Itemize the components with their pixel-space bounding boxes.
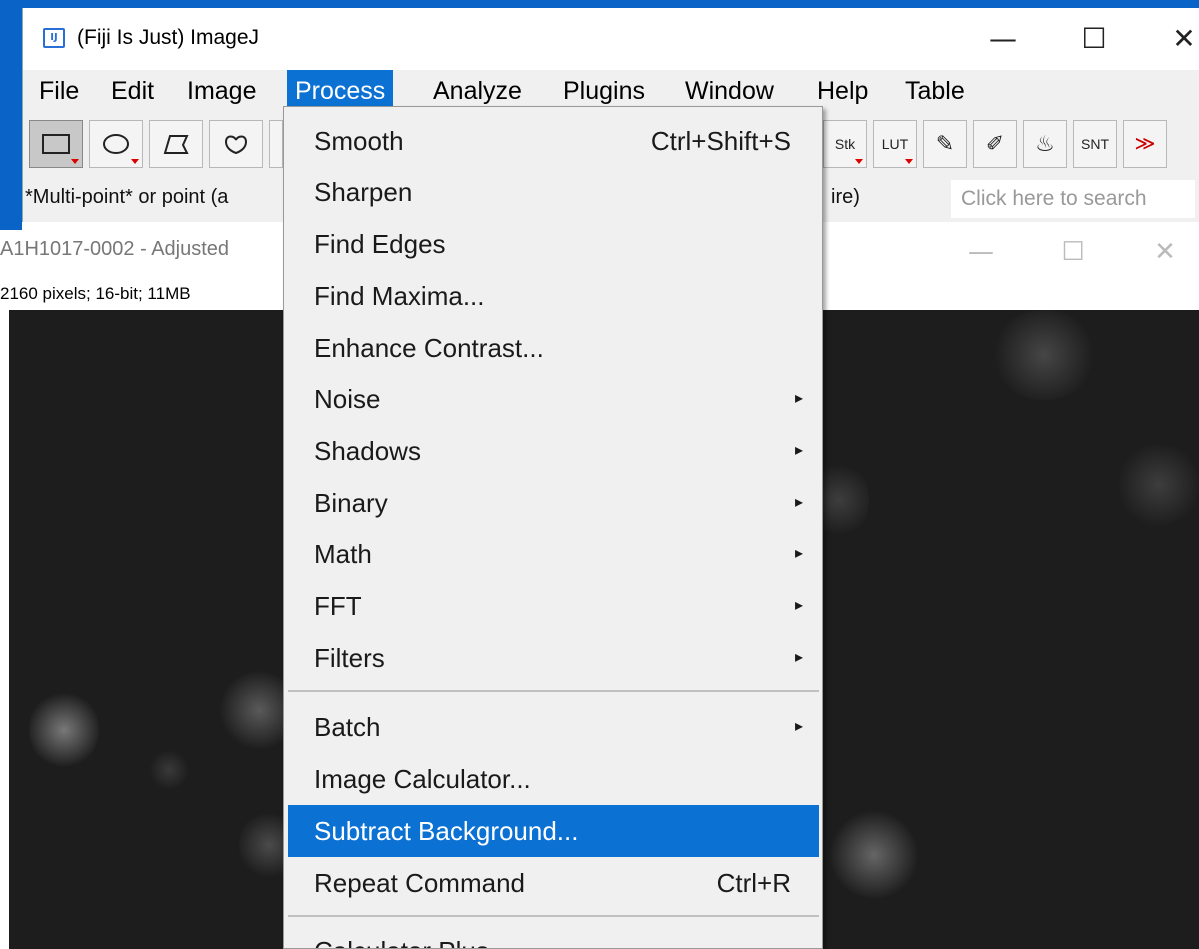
menu-item-label: Noise	[314, 384, 381, 414]
dropdown-indicator	[905, 159, 913, 164]
freehand-icon	[224, 135, 248, 155]
oval-tool[interactable]	[89, 120, 143, 168]
title-bar: IJ (Fiji Is Just) ImageJ — ☐ ✕	[23, 8, 1199, 70]
menu-item-repeat-command[interactable]: Repeat Command Ctrl+R	[288, 857, 819, 909]
menu-item-label: Smooth	[314, 126, 404, 156]
polygon-tool[interactable]	[149, 120, 203, 168]
menu-item-shortcut: Ctrl+Shift+S	[650, 126, 791, 156]
fluorescent-cell	[29, 690, 99, 770]
brush-icon: ✐	[985, 131, 1005, 156]
pencil-tool[interactable]: ✎	[923, 120, 967, 168]
submenu-arrow-icon: ▸	[794, 649, 803, 666]
menu-item-label: Filters	[314, 643, 385, 673]
menu-edit[interactable]: Edit	[103, 70, 162, 112]
fluorescent-cell	[989, 310, 1099, 400]
pencil-icon: ✎	[935, 131, 955, 156]
dropdown-indicator	[71, 159, 79, 164]
submenu-arrow-icon: ▸	[794, 442, 803, 459]
menu-item-enhance-contrast[interactable]: Enhance Contrast...	[288, 322, 819, 374]
minimize-button[interactable]: —	[978, 18, 1028, 60]
menu-item-label: Math	[314, 539, 372, 569]
lut-icon: LUT	[881, 136, 909, 152]
menu-item-label: Sharpen	[314, 177, 413, 207]
menu-item-calculator-plus[interactable]: Calculator Plus	[288, 925, 819, 948]
image-close-button[interactable]: ✕	[1140, 232, 1190, 272]
menu-item-subtract-background[interactable]: Subtract Background...	[288, 805, 819, 857]
menu-item-binary[interactable]: Binary ▸	[288, 477, 819, 529]
oval-icon	[103, 134, 129, 154]
menu-item-sharpen[interactable]: Sharpen	[288, 166, 819, 218]
freehand-tool[interactable]	[209, 120, 263, 168]
stk-icon: Stk	[834, 136, 856, 152]
window-title: (Fiji Is Just) ImageJ	[77, 26, 260, 49]
submenu-arrow-icon: ▸	[794, 494, 803, 511]
polygon-icon	[163, 135, 189, 154]
menu-item-label: Batch	[314, 712, 381, 742]
flood-fill-icon: ♨	[1035, 131, 1055, 156]
image-window-title: A1H1017-0002 - Adjusted	[0, 238, 230, 260]
dropdown-indicator	[855, 159, 863, 164]
submenu-arrow-icon: ▸	[794, 390, 803, 407]
image-maximize-button[interactable]: ☐	[1048, 232, 1098, 272]
dropdown-indicator	[131, 159, 139, 164]
menu-item-image-calculator[interactable]: Image Calculator...	[288, 753, 819, 805]
menu-item-find-edges[interactable]: Find Edges	[288, 218, 819, 270]
menu-item-label: Subtract Background...	[314, 816, 579, 846]
menu-item-label: Calculator Plus	[314, 925, 489, 948]
snt-tool[interactable]: SNT	[1073, 120, 1117, 168]
more-tools-button[interactable]: ≫	[1123, 120, 1167, 168]
process-menu-dropdown: Smooth Ctrl+Shift+S Sharpen Find Edges F…	[283, 106, 823, 949]
menu-item-math[interactable]: Math ▸	[288, 528, 819, 580]
rectangle-icon	[42, 134, 70, 154]
fluorescent-cell	[149, 750, 189, 790]
rectangle-tool[interactable]	[29, 120, 83, 168]
status-text: *Multi-point* or point (a	[25, 186, 229, 208]
menu-item-label: Binary	[314, 488, 388, 518]
menu-item-fft[interactable]: FFT ▸	[288, 580, 819, 632]
snt-icon: SNT	[1081, 136, 1109, 152]
menu-item-label: Find Maxima...	[314, 281, 485, 311]
menu-image[interactable]: Image	[179, 70, 264, 112]
lut-tool[interactable]: LUT	[873, 120, 917, 168]
menu-item-shortcut: Ctrl+R	[716, 868, 791, 898]
menu-separator	[288, 915, 819, 917]
submenu-arrow-icon: ▸	[794, 597, 803, 614]
desktop-background	[0, 0, 1199, 8]
image-minimize-button[interactable]: —	[956, 232, 1006, 272]
submenu-arrow-icon: ▸	[794, 718, 803, 735]
menu-table[interactable]: Table	[897, 70, 973, 112]
menu-file[interactable]: File	[31, 70, 87, 112]
stk-tool[interactable]: Stk	[823, 120, 867, 168]
menu-item-batch[interactable]: Batch ▸	[288, 701, 819, 753]
submenu-arrow-icon: ▸	[794, 545, 803, 562]
status-text-tail: ire)	[831, 186, 860, 208]
menu-item-filters[interactable]: Filters ▸	[288, 632, 819, 684]
desktop-background-left	[0, 0, 22, 230]
menu-item-label: Shadows	[314, 436, 421, 466]
fluorescent-cell	[1119, 440, 1199, 530]
menu-item-label: FFT	[314, 591, 362, 621]
image-info: 2160 pixels; 16-bit; 11MB	[0, 284, 191, 303]
menu-separator	[288, 690, 819, 692]
line-tool-partial[interactable]	[269, 120, 283, 168]
search-input[interactable]: Click here to search	[951, 180, 1195, 218]
fluorescent-cell	[829, 810, 919, 900]
brush-tool[interactable]: ✐	[973, 120, 1017, 168]
menu-item-find-maxima[interactable]: Find Maxima...	[288, 270, 819, 322]
menu-item-label: Find Edges	[314, 229, 446, 259]
menu-item-label: Image Calculator...	[314, 764, 531, 794]
menu-item-shadows[interactable]: Shadows ▸	[288, 425, 819, 477]
menu-item-noise[interactable]: Noise ▸	[288, 373, 819, 425]
close-button[interactable]: ✕	[1159, 18, 1199, 60]
more-tools-icon: ≫	[1134, 133, 1156, 155]
menu-item-label: Repeat Command	[314, 868, 525, 898]
fiji-app-icon: IJ	[43, 28, 65, 48]
maximize-button[interactable]: ☐	[1069, 18, 1119, 60]
menu-item-label: Enhance Contrast...	[314, 333, 544, 363]
menu-item-smooth[interactable]: Smooth Ctrl+Shift+S	[288, 115, 819, 167]
flood-fill-tool[interactable]: ♨	[1023, 120, 1067, 168]
